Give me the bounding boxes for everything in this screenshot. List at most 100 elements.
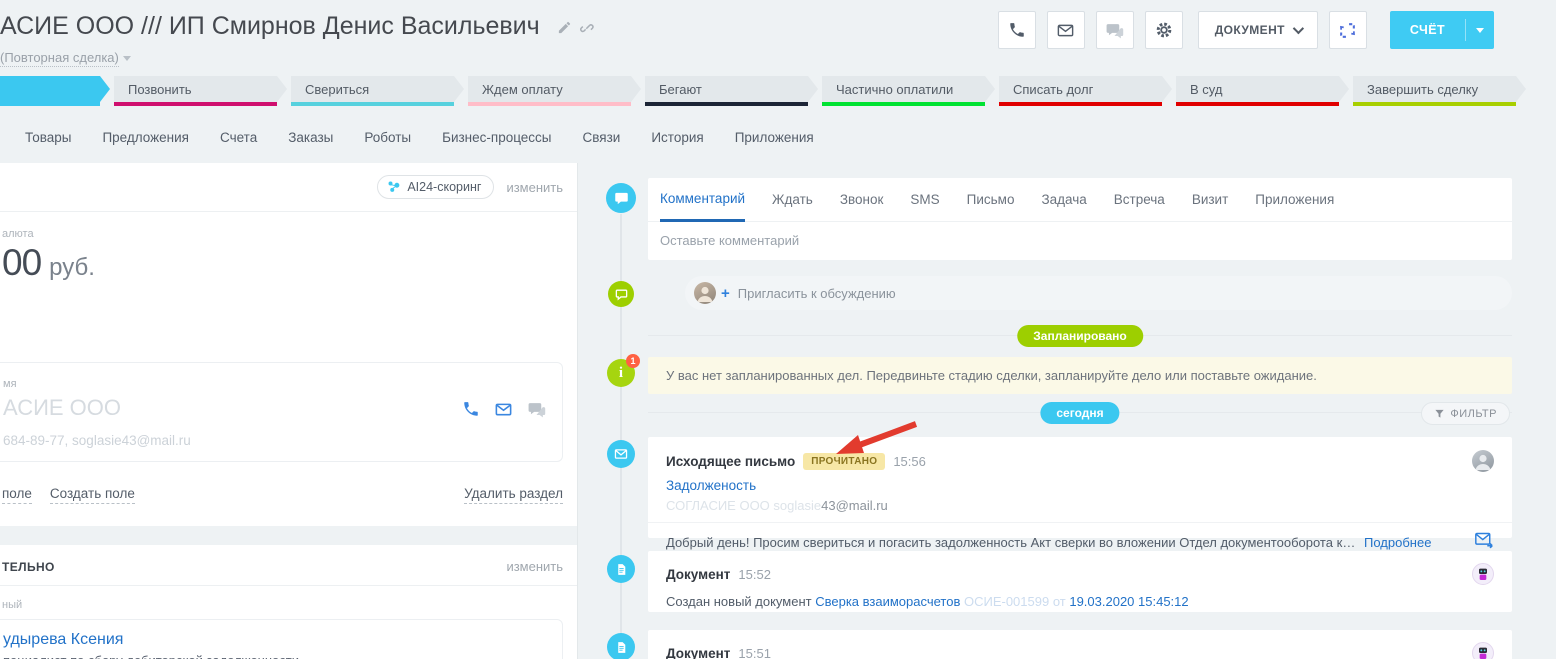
composer-tab-letter[interactable]: Письмо (967, 178, 1015, 221)
deal-tabs: Товары Предложения Счета Заказы Роботы Б… (25, 130, 814, 145)
currency-field-label: алюта (2, 228, 563, 240)
composer-tab-task[interactable]: Задача (1041, 178, 1086, 221)
document-dropdown-button[interactable]: ДОКУМЕНТ (1198, 11, 1318, 49)
composer-tab-sms[interactable]: SMS (910, 178, 939, 221)
comment-bubble-icon (606, 183, 636, 213)
chat-button-disabled[interactable] (1096, 11, 1134, 49)
document-event-icon (607, 633, 635, 659)
composer-tab-meeting[interactable]: Встреча (1114, 178, 1165, 221)
company-contacts: 684-89-77, soglasie43@mail.ru (3, 433, 546, 448)
tab-istoriya[interactable]: История (651, 130, 703, 145)
composer-tab-comment[interactable]: Комментарий (660, 178, 745, 222)
invoice-button-label[interactable]: СЧЁТ (1390, 11, 1465, 49)
responsible-card[interactable]: удырева Ксения пециалист по сбору дебито… (0, 619, 563, 659)
delete-section-link[interactable]: Удалить раздел (464, 486, 563, 504)
avatar (694, 282, 716, 304)
robot-avatar (1472, 642, 1494, 659)
item-time: 15:51 (738, 646, 771, 659)
stage-zavershit-sdelku[interactable]: Завершить сделку (1353, 76, 1516, 106)
composer-tab-visit[interactable]: Визит (1192, 178, 1228, 221)
tab-scheta[interactable]: Счета (220, 130, 257, 145)
sync-expand-icon (1338, 21, 1357, 40)
phone-icon (1008, 21, 1026, 39)
mail-icon (1056, 21, 1075, 40)
chevron-down-icon (1293, 23, 1304, 34)
deal-type-dropdown[interactable]: (Повторная сделка) (0, 50, 131, 67)
timeline-item-document[interactable]: Документ 15:51 (648, 630, 1512, 659)
responsible-name-link[interactable]: удырева Ксения (3, 631, 548, 649)
document-date-link[interactable]: 19.03.2020 15:45:12 (1069, 594, 1188, 609)
composer-tab-call[interactable]: Звонок (840, 178, 884, 221)
tab-tovary[interactable]: Товары (25, 130, 71, 145)
invoice-caret-button[interactable] (1466, 11, 1494, 49)
mail-subject-link[interactable]: Задолженость (666, 478, 1494, 493)
deal-details-panel: AI24-скоринг изменить алюта 00руб. мя АС… (0, 163, 578, 659)
stage-zhdem-oplatu[interactable]: Ждем оплату (468, 76, 631, 106)
amount-block: алюта 00руб. (0, 212, 577, 284)
stage-v-sud[interactable]: В суд (1176, 76, 1339, 106)
settings-button[interactable] (1145, 11, 1183, 49)
create-field-link[interactable]: Создать поле (50, 486, 135, 504)
company-call-icon[interactable] (462, 400, 480, 424)
invoice-split-button[interactable]: СЧЁТ (1390, 11, 1494, 49)
company-field-card[interactable]: мя АСИЕ ООО 684-89-77, soglasie43@mail.r… (0, 362, 563, 462)
stage-pozvonit[interactable]: Позвонить (114, 76, 277, 106)
activity-composer: Комментарий Ждать Звонок SMS Письмо Зада… (648, 178, 1512, 260)
email-button[interactable] (1047, 11, 1085, 49)
deal-amount: 00 (2, 242, 41, 283)
company-mail-icon[interactable] (494, 400, 513, 424)
ai-scoring-icon (387, 180, 401, 194)
annotation-arrow (828, 417, 928, 465)
deal-header: АСИЕ ООО /// ИП Смирнов Денис Васильевич… (0, 12, 595, 67)
caret-down-icon (1476, 28, 1484, 33)
comment-input[interactable] (660, 233, 1489, 248)
tab-prilozheniya[interactable]: Приложения (735, 130, 814, 145)
composer-tab-wait[interactable]: Ждать (772, 178, 813, 221)
tab-zakazy[interactable]: Заказы (288, 130, 333, 145)
document-event-icon (607, 555, 635, 583)
stage-sveritsya[interactable]: Свериться (291, 76, 454, 106)
stage-chastichno-oplatili[interactable]: Частично оплатили (822, 76, 985, 106)
more-link[interactable]: Подробнее (1364, 535, 1431, 550)
stage-begayut[interactable]: Бегают (645, 76, 808, 106)
company-chat-icon[interactable] (527, 400, 546, 424)
tab-predlozheniya[interactable]: Предложения (102, 130, 189, 145)
stage-spisat-dolg[interactable]: Списать долг (999, 76, 1162, 106)
composer-tab-apps[interactable]: Приложения (1255, 178, 1334, 221)
gear-icon (1154, 20, 1174, 40)
header-actions: ДОКУМЕНТ СЧЁТ (998, 11, 1494, 49)
item-title: Документ (666, 567, 730, 582)
fullscreen-button[interactable] (1329, 11, 1367, 49)
stage-current[interactable] (0, 76, 100, 106)
edit-fields-link[interactable]: изменить (506, 180, 563, 195)
document-link[interactable]: Сверка взаиморасчетов (815, 594, 960, 609)
planned-badge: Запланировано (1017, 325, 1143, 347)
filter-icon (1434, 408, 1445, 419)
invite-to-discussion[interactable]: + Пригласить к обсуждению (685, 276, 1512, 310)
today-separator: сегодня ФИЛЬТР (648, 402, 1512, 426)
caret-down-icon (123, 56, 131, 61)
section-edit-link[interactable]: изменить (506, 559, 563, 574)
copy-link-icon[interactable] (580, 13, 595, 42)
section-divider (0, 526, 577, 545)
planned-separator: Запланировано (648, 325, 1512, 345)
filter-button[interactable]: ФИЛЬТР (1421, 402, 1510, 425)
info-icon: i 1 (607, 359, 635, 387)
timeline-item-outgoing-mail[interactable]: Исходящее письмо ПРОЧИТАНО 15:56 Задолже… (648, 437, 1512, 538)
item-time: 15:52 (738, 567, 771, 582)
mail-sender: СОГЛАСИЕ ООО soglasie43@mail.ru (666, 498, 1494, 513)
robot-avatar (1472, 563, 1494, 585)
avatar (1472, 450, 1494, 472)
select-field-link[interactable]: поле (2, 486, 32, 504)
tab-svyazi[interactable]: Связи (583, 130, 621, 145)
mail-body-preview: Добрый день! Просим свериться и погасить… (666, 535, 1356, 550)
tab-roboty[interactable]: Роботы (364, 130, 411, 145)
ai-scoring-badge[interactable]: AI24-скоринг (377, 175, 494, 199)
timeline-item-document[interactable]: Документ 15:52 Создан новый документ Све… (648, 551, 1512, 612)
company-name: АСИЕ ООО (3, 395, 462, 421)
edit-title-icon[interactable] (557, 13, 572, 42)
tab-biznes-processy[interactable]: Бизнес-процессы (442, 130, 551, 145)
call-button[interactable] (998, 11, 1036, 49)
date-pill: сегодня (1040, 402, 1119, 424)
responsible-role: пециалист по сбору дебиторской задолженн… (3, 653, 548, 659)
